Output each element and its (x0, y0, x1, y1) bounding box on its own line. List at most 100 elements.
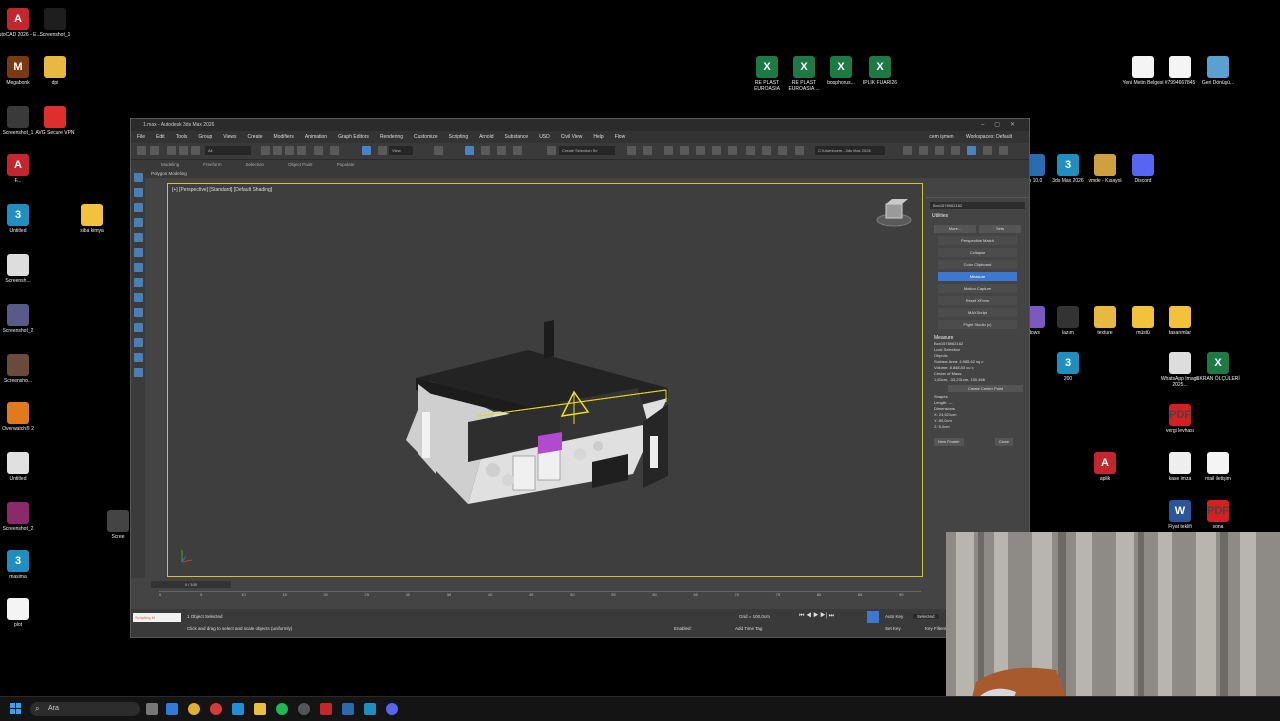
menu-flow[interactable]: Flow (615, 134, 626, 140)
set-key-icon[interactable] (867, 611, 879, 623)
viewport-layout-icon[interactable] (967, 146, 976, 155)
taskbar-search[interactable]: ⌕ Ara (30, 702, 140, 716)
spacewarp-icon[interactable] (134, 338, 143, 347)
camera-icon[interactable] (134, 308, 143, 317)
bind-icon[interactable] (191, 146, 200, 155)
perspective-viewport[interactable]: [+] [Perspective] [Standard] [Default Sh… (167, 183, 923, 577)
render-frame-icon[interactable] (762, 146, 771, 155)
auto-key-button[interactable]: Auto Key (885, 614, 903, 619)
menu-substance[interactable]: Substance (505, 134, 529, 140)
scale-icon[interactable] (362, 146, 371, 155)
exhibition-booth-model[interactable] (406, 320, 668, 504)
menu-edit[interactable]: Edit (156, 134, 165, 140)
material-editor-icon[interactable] (728, 146, 737, 155)
help-icon[interactable] (999, 146, 1008, 155)
menu-arnold[interactable]: Arnold (479, 134, 493, 140)
curve-editor-icon[interactable] (696, 146, 705, 155)
align-icon[interactable] (643, 146, 652, 155)
desktop-icon[interactable]: Geri Dönüşü... (1193, 56, 1243, 86)
utility-button-collapse[interactable]: Collapse (938, 248, 1017, 257)
window-controls[interactable]: –▢✕ (981, 119, 1025, 131)
render-icon[interactable] (778, 146, 787, 155)
viewcube-icon[interactable] (876, 199, 912, 227)
arnold-icon[interactable] (795, 146, 804, 155)
menu-civil-view[interactable]: Civil View (561, 134, 583, 140)
project-folder-icon[interactable] (903, 146, 912, 155)
layer-icon[interactable] (664, 146, 673, 155)
workspace-select[interactable]: Workspaces: Default (966, 134, 1012, 140)
mirror-icon[interactable] (627, 146, 636, 155)
desktop-icon[interactable]: Overwatch® 2 (0, 402, 43, 432)
desktop-icon[interactable]: mail iletişim (1193, 452, 1243, 482)
utility-button-motion-capture[interactable]: Motion Capture (938, 284, 1017, 293)
settings-app-icon[interactable] (298, 703, 310, 715)
utilities-icon[interactable] (134, 248, 143, 257)
desktop-icon[interactable]: Screensho... (0, 354, 43, 384)
select-icon[interactable] (261, 146, 270, 155)
angle-snap-icon[interactable] (481, 146, 490, 155)
menu-file[interactable]: File (137, 134, 145, 140)
playback-controls[interactable]: ⏮ ◀ ▶ ▶| ⏭ (799, 613, 834, 620)
layer-explorer-icon[interactable] (134, 278, 143, 287)
rect-select-icon[interactable] (285, 146, 294, 155)
desktop-icon[interactable]: AVG Secure VPN (30, 106, 80, 136)
desktop-icon[interactable]: dpi (30, 56, 80, 86)
system-icon[interactable] (134, 353, 143, 362)
menu-customize[interactable]: Customize (414, 134, 438, 140)
snap-icon[interactable] (465, 146, 474, 155)
object-name-field[interactable]: Box1578962162 (930, 202, 1025, 209)
desktop-icon[interactable]: siba kimya (67, 204, 117, 234)
redo-icon[interactable] (150, 146, 159, 155)
chrome-icon[interactable] (188, 703, 200, 715)
ribbon-sub-label[interactable]: Polygon Modeling (151, 171, 187, 176)
save-icon[interactable] (951, 146, 960, 155)
menu-views[interactable]: Views (223, 134, 236, 140)
ribbon-tab-populate[interactable]: Populate (337, 162, 355, 167)
window-crossing-icon[interactable] (297, 146, 306, 155)
menu-tools[interactable]: Tools (176, 134, 188, 140)
light-icon[interactable] (134, 293, 143, 302)
sets-button[interactable]: Sets (979, 225, 1021, 233)
desktop-icon[interactable]: Screenshot_2 (0, 304, 43, 334)
key-selected-dropdown[interactable]: Selected (913, 614, 939, 619)
desktop-icon[interactable]: Discord (1118, 154, 1168, 184)
desktop-icon[interactable]: A F... (0, 154, 43, 184)
command-panel-tabs[interactable] (926, 187, 1029, 198)
autocad-taskbar-icon[interactable] (320, 703, 332, 715)
desktop-icon[interactable]: Screenshot_1 (30, 8, 80, 38)
user-account[interactable]: cem işmen (929, 134, 953, 140)
menu-modifiers[interactable]: Modifiers (274, 134, 294, 140)
menu-usd[interactable]: USD (539, 134, 550, 140)
maxscript-listener[interactable]: Scripting M (133, 613, 181, 622)
display-icon[interactable] (134, 233, 143, 242)
scene-explorer-side-icon[interactable] (134, 368, 143, 377)
scene-explorer-icon[interactable] (680, 146, 689, 155)
percent-snap-icon[interactable] (497, 146, 506, 155)
modify-icon[interactable] (134, 188, 143, 197)
menu-scripting[interactable]: Scripting (449, 134, 468, 140)
create-icon[interactable] (134, 173, 143, 182)
link-icon[interactable] (167, 146, 176, 155)
close-button[interactable]: Close (994, 438, 1013, 446)
title-bar[interactable]: 1.max - Autodesk 3ds Max 2026 –▢✕ (131, 119, 1029, 131)
desktop-icon[interactable]: Untitled (0, 452, 43, 482)
menu-graph-editors[interactable]: Graph Editors (338, 134, 369, 140)
desktop-icon[interactable]: 3 200 (1043, 352, 1093, 382)
file-explorer-icon[interactable] (254, 703, 266, 715)
desktop-icon[interactable]: 3 masima (0, 550, 43, 580)
task-view-icon[interactable] (146, 703, 158, 715)
helper-icon[interactable] (134, 323, 143, 332)
scene-icon[interactable] (134, 263, 143, 272)
browse-icon[interactable] (919, 146, 928, 155)
desktop-icon[interactable]: 3 Untitled (0, 204, 43, 234)
selection-set-dropdown[interactable]: Create Selection Se (559, 146, 615, 155)
placement-icon[interactable] (378, 146, 387, 155)
desktop-icon[interactable]: plot (0, 598, 43, 628)
filter-dropdown[interactable]: All (205, 146, 251, 155)
utility-button-perspective-match[interactable]: Perspective Match (938, 236, 1017, 245)
discord-taskbar-icon[interactable] (386, 703, 398, 715)
start-icon[interactable] (10, 703, 21, 714)
set-key-button[interactable]: Set Key (885, 626, 901, 631)
rotate-icon[interactable] (330, 146, 339, 155)
schematic-icon[interactable] (712, 146, 721, 155)
